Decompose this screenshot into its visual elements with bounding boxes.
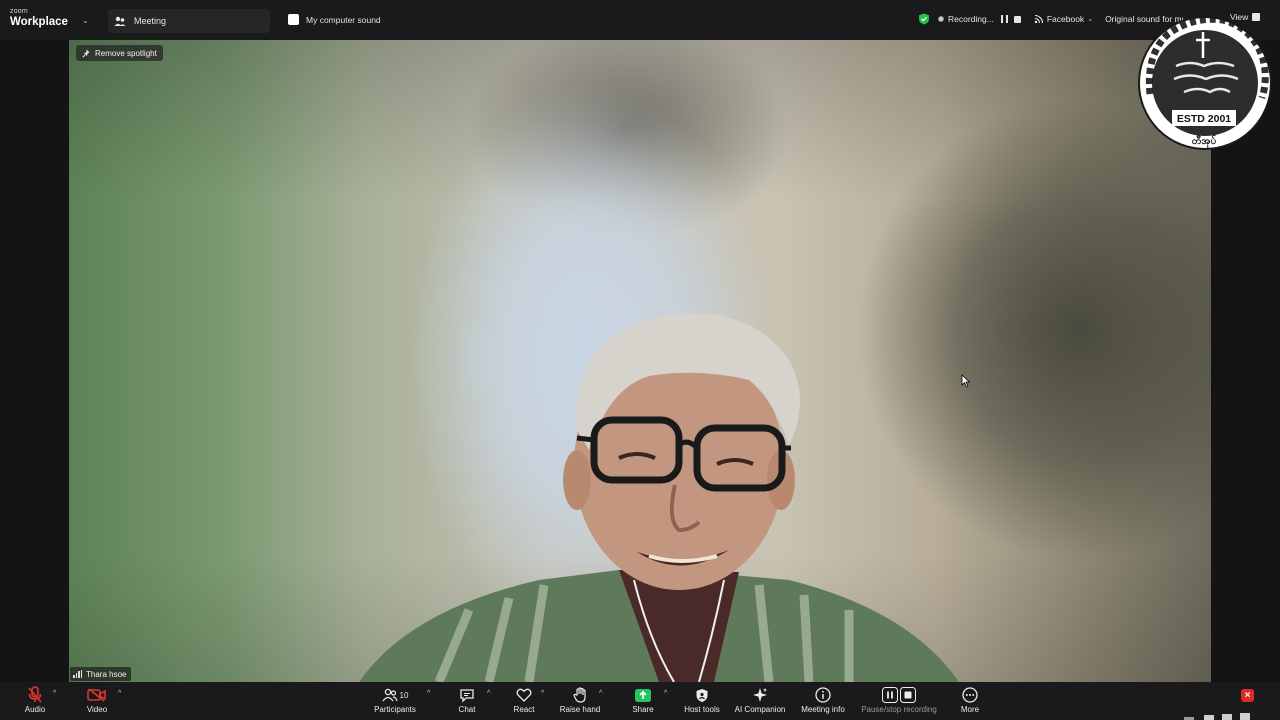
pause-stop-label: Pause/stop recording (861, 705, 937, 714)
participant-name-tag: Thara hsoe (70, 667, 132, 681)
live-stream-icon (1034, 14, 1044, 24)
meeting-info-label: Meeting info (801, 705, 845, 714)
zoom-workplace-menu[interactable]: zoom Workplace ⌄ (10, 8, 100, 34)
audio-button[interactable]: Audio (20, 685, 50, 719)
pin-icon (82, 49, 91, 58)
live-target-label[interactable]: Facebook (1047, 14, 1084, 24)
react-label: React (513, 705, 535, 714)
participant-video-image (359, 313, 959, 682)
pause-stop-icons (882, 685, 916, 705)
audio-label: Audio (24, 705, 46, 714)
react-options-caret[interactable]: ^ (541, 690, 544, 697)
stop-recording-icon[interactable] (1013, 15, 1021, 23)
more-label: More (960, 705, 980, 714)
react-button[interactable]: React (509, 685, 539, 719)
chevron-down-icon[interactable]: ⌄ (1087, 15, 1093, 23)
host-tools-label: Host tools (684, 705, 720, 714)
muted-microphone-icon (27, 685, 43, 705)
heart-icon (516, 685, 532, 705)
chat-options-caret[interactable]: ^ (487, 690, 490, 697)
pause-recording-icon[interactable] (1000, 15, 1008, 23)
active-speaker-video[interactable] (69, 40, 1211, 682)
participants-icon (382, 688, 398, 702)
computer-sound-label: My computer sound (306, 14, 381, 25)
tab-meeting[interactable]: Meeting (108, 9, 270, 33)
recording-dot-icon (938, 16, 944, 22)
church-seal-logo: ESTD 2001 တီအုပ် (1138, 15, 1272, 150)
chat-button[interactable]: Chat (452, 685, 482, 719)
info-icon (815, 685, 831, 705)
more-button[interactable]: More (956, 685, 984, 719)
participants-icon-wrap: 10 (382, 685, 409, 705)
logo-estd-label: ESTD 2001 (1177, 113, 1231, 125)
tab-meeting-label: Meeting (134, 16, 167, 26)
meeting-icon (114, 15, 126, 27)
video-off-icon (87, 685, 107, 705)
remove-spotlight-button[interactable]: Remove spotlight (76, 45, 163, 61)
view-tray-icons[interactable] (1180, 712, 1252, 720)
host-tools-shield-icon (695, 685, 709, 705)
ai-companion-label: AI Companion (734, 705, 786, 714)
security-shield-icon[interactable] (918, 13, 930, 25)
raise-hand-label: Raise hand (559, 705, 601, 714)
remove-spotlight-label: Remove spotlight (95, 48, 157, 58)
video-button[interactable]: Video (82, 685, 112, 719)
participants-count: 10 (399, 690, 409, 700)
raise-hand-button[interactable]: Raise hand (558, 685, 602, 719)
audio-options-caret[interactable]: ^ (53, 690, 56, 697)
pause-stop-recording-button[interactable]: Pause/stop recording (860, 685, 938, 719)
raise-hand-icon (572, 685, 588, 705)
ai-companion-button[interactable]: AI Companion (731, 685, 789, 719)
signal-strength-icon (73, 670, 83, 678)
participants-options-caret[interactable]: ^ (427, 690, 430, 697)
share-button[interactable]: Share (628, 685, 658, 719)
more-ellipsis-icon (962, 685, 978, 705)
share-screen-icon (634, 685, 652, 705)
end-meeting-button[interactable]: × (1241, 689, 1254, 702)
video-label: Video (86, 705, 108, 714)
participants-label: Participants (374, 705, 416, 714)
share-options-caret[interactable]: ^ (664, 690, 667, 697)
meeting-info-button[interactable]: Meeting info (800, 685, 846, 719)
video-options-caret[interactable]: ^ (118, 690, 121, 697)
meeting-toolbar: Audio ^ Video ^ 10 Participants ^ Chat ^… (0, 682, 1280, 720)
close-icon: × (1244, 690, 1251, 701)
participant-name: Thara hsoe (86, 669, 127, 679)
chevron-down-icon: ⌄ (82, 16, 89, 25)
mouse-cursor-icon (961, 374, 971, 388)
brand-small-label: zoom (10, 8, 28, 15)
recording-label: Recording... (948, 14, 994, 24)
host-tools-button[interactable]: Host tools (681, 685, 723, 719)
share-label: Share (632, 705, 654, 714)
top-bar: zoom Workplace ⌄ Meeting My computer sou… (0, 0, 1280, 40)
ai-sparkle-icon (752, 685, 768, 705)
checkbox-icon[interactable] (288, 14, 299, 25)
participants-button[interactable]: 10 Participants (371, 685, 419, 719)
chat-label: Chat (458, 705, 476, 714)
chat-icon (459, 685, 475, 705)
raise-hand-options-caret[interactable]: ^ (599, 690, 602, 697)
computer-sound-toggle[interactable]: My computer sound (288, 14, 381, 25)
